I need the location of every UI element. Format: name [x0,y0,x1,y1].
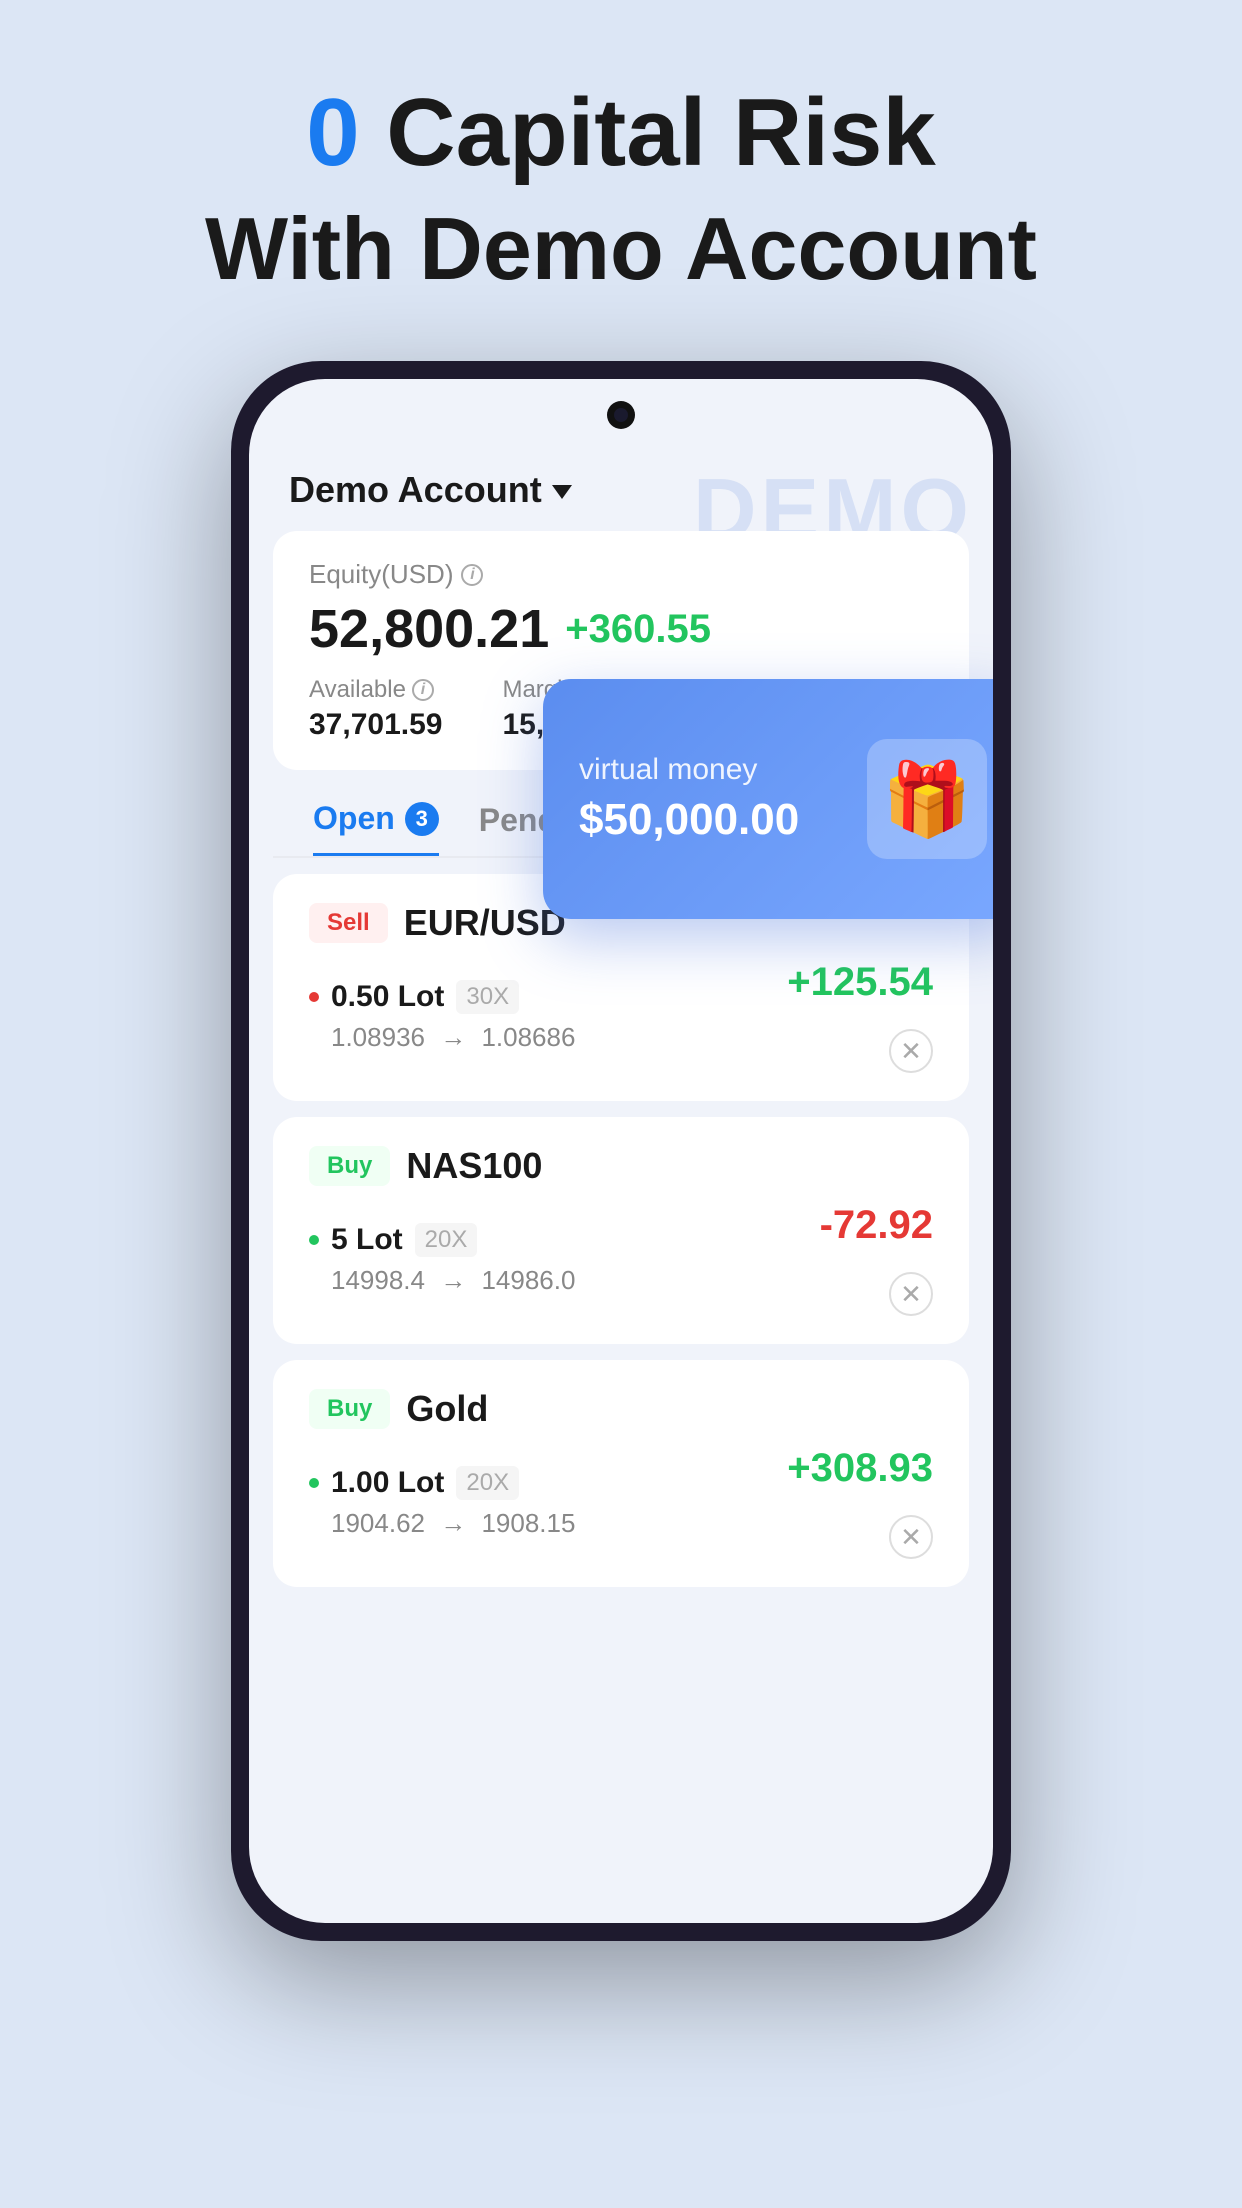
lot-nas100: 5 Lot [331,1223,403,1257]
multiplier-gold: 20X [456,1466,519,1500]
trade-left-eurusd: 0.50 Lot 30X 1.08936 → 1.08686 [309,980,575,1053]
sell-badge: Sell [309,903,388,943]
trade-left-nas100: 5 Lot 20X 14998.4 → 14986.0 [309,1223,575,1296]
close-gold-button[interactable]: ✕ [889,1515,933,1559]
trade-lot-nas100: 5 Lot 20X [309,1223,575,1257]
price-row-gold: 1904.62 → 1908.15 [309,1508,575,1539]
close-nas100-button[interactable]: ✕ [889,1272,933,1316]
multiplier-nas100: 20X [415,1223,478,1257]
pnl-gold: +308.93 [787,1446,933,1491]
phone-screen: DEMO Demo Account Equity(USD) i 52,80 [249,379,993,1923]
arrow-icon-nas100: → [440,1265,466,1295]
trade-lot-gold: 1.00 Lot 20X [309,1466,575,1500]
trade-lot-eurusd: 0.50 Lot 30X [309,980,575,1014]
equity-info-icon[interactable]: i [461,564,483,586]
hero-section: 0 Capital Risk With Demo Account [0,0,1242,341]
lot-gold: 1.00 Lot [331,1466,444,1500]
hero-subtitle: With Demo Account [0,196,1242,302]
equity-value-row: 52,800.21 +360.55 [309,598,933,660]
camera-notch [607,401,635,429]
trades-list: Sell EUR/USD 0.50 Lot 30X [249,858,993,1603]
arrow-icon: → [440,1022,466,1052]
eurusd-symbol: EUR/USD [404,902,566,944]
arrow-icon-gold: → [440,1508,466,1538]
equity-change: +360.55 [565,607,711,652]
lot-eurusd: 0.50 Lot [331,980,444,1014]
trade-right-gold: +308.93 ✕ [787,1446,933,1559]
trade-left-gold: 1.00 Lot 20X 1904.62 → 1908.15 [309,1466,575,1539]
virtual-card-text: virtual money $50,000.00 [579,753,867,845]
zero-highlight: 0 [306,79,359,186]
chevron-down-icon [552,485,572,499]
available-label: Available i [309,676,442,704]
account-label: Demo Account [289,469,542,511]
camera-inner [614,408,628,422]
trade-card-gold: Buy Gold 1.00 Lot 20X [273,1360,969,1587]
gift-icon: 🎁 [867,739,987,859]
available-info-icon[interactable]: i [412,679,434,701]
app-content: DEMO Demo Account Equity(USD) i 52,80 [249,379,993,1923]
hero-title: 0 Capital Risk [0,80,1242,186]
virtual-card: virtual money $50,000.00 🎁 [543,679,993,919]
trade-right-eurusd: +125.54 ✕ [787,960,933,1073]
tab-open[interactable]: Open 3 [313,800,439,856]
account-selector[interactable]: Demo Account [289,469,572,511]
trade-right-nas100: -72.92 ✕ [820,1203,933,1316]
pnl-eurusd: +125.54 [787,960,933,1005]
gold-symbol: Gold [406,1388,488,1430]
pnl-nas100: -72.92 [820,1203,933,1248]
trade-dot-gold [309,1478,319,1488]
title-suffix: Capital Risk [360,79,936,186]
nas100-symbol: NAS100 [406,1145,542,1187]
virtual-label: virtual money [579,753,867,787]
trade-details-eurusd: 0.50 Lot 30X 1.08936 → 1.08686 [309,960,933,1073]
trade-dot [309,992,319,1002]
trade-card-nas100: Buy NAS100 5 Lot 20X [273,1117,969,1344]
virtual-amount: $50,000.00 [579,795,867,845]
price-row-eurusd: 1.08936 → 1.08686 [309,1022,575,1053]
available-value: 37,701.59 [309,708,442,742]
trade-header-gold: Buy Gold [309,1388,933,1430]
buy-badge-nas100: Buy [309,1146,390,1186]
app-header: Demo Account [249,449,993,521]
open-tab-badge: 3 [405,802,439,836]
multiplier-eurusd: 30X [456,980,519,1014]
trade-header-nas100: Buy NAS100 [309,1145,933,1187]
available-item: Available i 37,701.59 [309,676,442,742]
trade-dot-green [309,1235,319,1245]
close-eurusd-button[interactable]: ✕ [889,1029,933,1073]
trade-details-gold: 1.00 Lot 20X 1904.62 → 1908.15 [309,1446,933,1559]
phone-wrapper: DEMO Demo Account Equity(USD) i 52,80 [0,361,1242,1941]
trade-details-nas100: 5 Lot 20X 14998.4 → 14986.0 -72 [309,1203,933,1316]
price-row-nas100: 14998.4 → 14986.0 [309,1265,575,1296]
equity-amount: 52,800.21 [309,598,549,660]
buy-badge-gold: Buy [309,1389,390,1429]
phone-frame: DEMO Demo Account Equity(USD) i 52,80 [231,361,1011,1941]
equity-label: Equity(USD) i [309,559,933,590]
